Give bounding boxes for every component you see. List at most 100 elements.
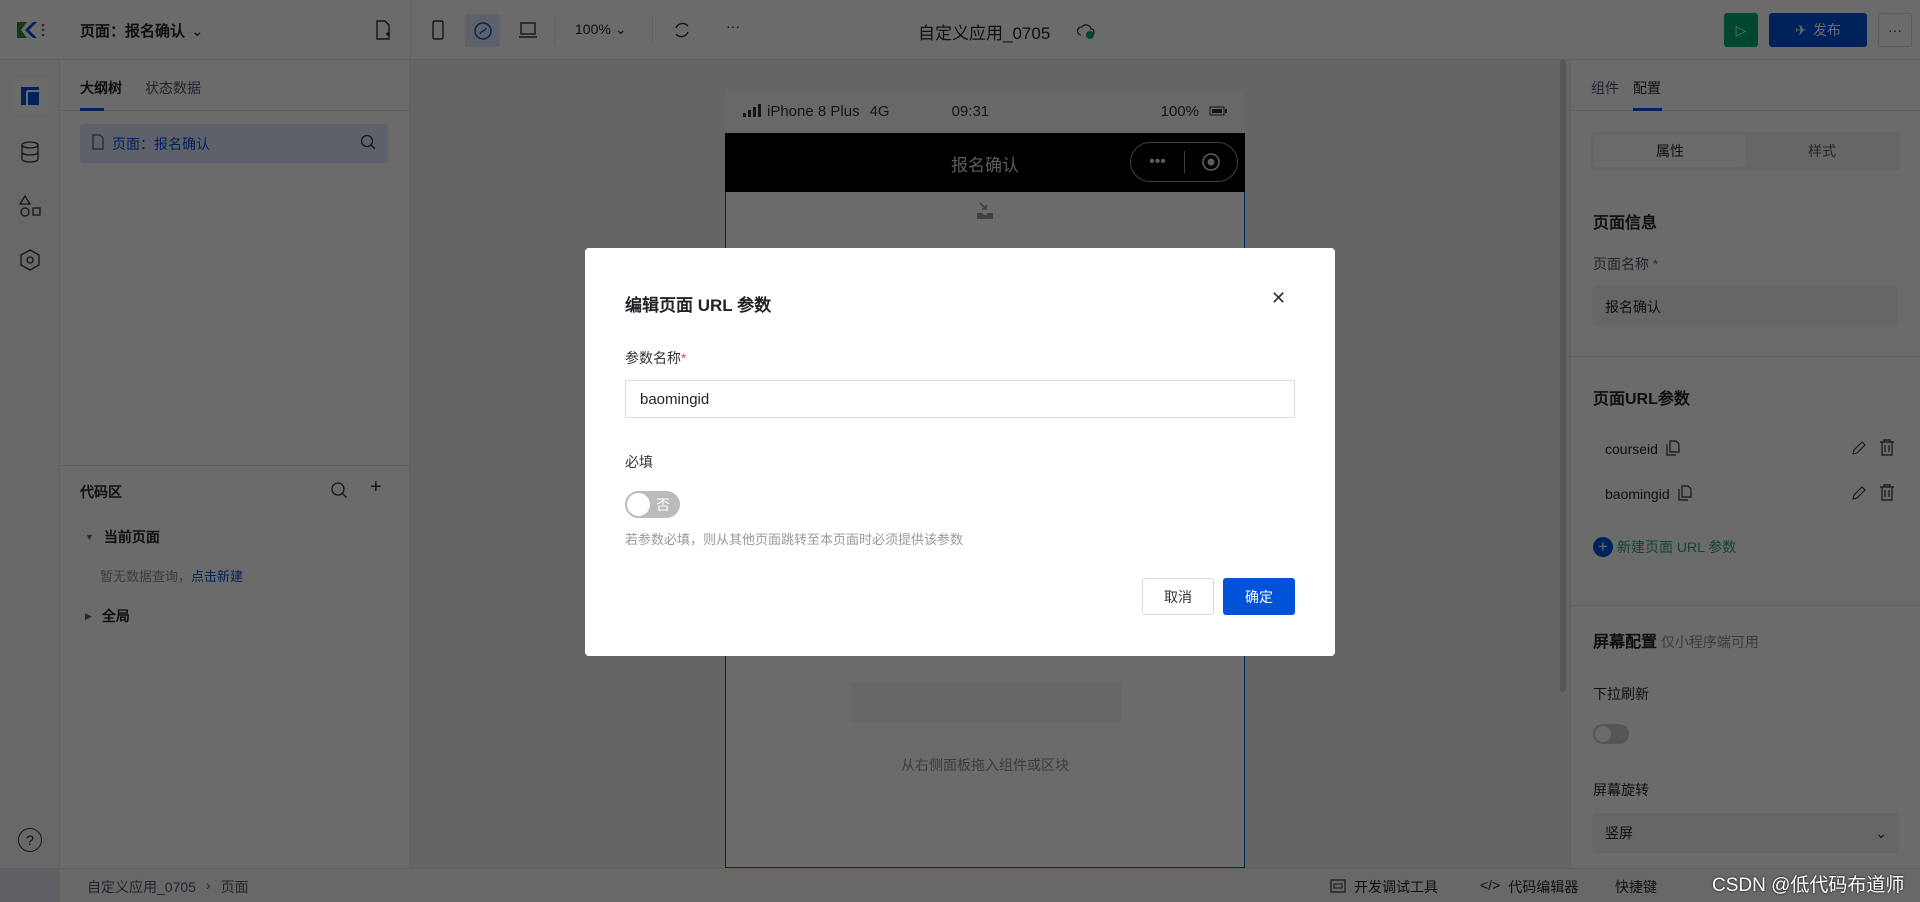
current-page-group[interactable]: ▼ 当前页面 — [85, 527, 160, 547]
desktop-view-icon[interactable] — [514, 14, 542, 46]
confirm-button[interactable]: 确定 — [1223, 578, 1295, 615]
rotation-label: 屏幕旋转 — [1593, 782, 1649, 798]
debug-tools-button[interactable]: 开发调试工具 — [1330, 877, 1438, 897]
send-icon: ✈ — [1795, 21, 1807, 38]
cancel-button[interactable]: 取消 — [1142, 578, 1214, 615]
code-search-icon[interactable] — [330, 481, 348, 502]
breadcrumb: 自定义应用_0705 › 页面 — [87, 877, 249, 897]
canvas-scrollbar[interactable] — [1560, 60, 1566, 692]
plus-circle-icon: + — [1593, 537, 1613, 557]
segment-control: 属性 样式 — [1591, 132, 1901, 170]
section-screen-config: 屏幕配置 仅小程序端可用 — [1593, 628, 1759, 652]
global-label: 全局 — [101, 608, 130, 624]
close-miniprogram-icon[interactable] — [1185, 152, 1237, 172]
breadcrumb-page[interactable]: 页面 — [221, 877, 249, 897]
tab-config[interactable]: 配置 — [1633, 78, 1661, 98]
copy-icon[interactable] — [1666, 439, 1680, 459]
code-editor-button[interactable]: </> 代码编辑器 — [1480, 877, 1578, 897]
note: 仅小程序端可用 — [1660, 634, 1759, 650]
tab-components[interactable]: 组件 — [1591, 78, 1619, 98]
dialog-title: 编辑页面 URL 参数 — [625, 296, 772, 315]
page-tree-label: 页面：报名确认 — [112, 135, 210, 152]
more-toolbar-button[interactable]: ··· — [726, 18, 740, 34]
add-code-icon[interactable]: + — [370, 476, 382, 499]
miniprogram-view-icon[interactable] — [465, 14, 500, 47]
mobile-view-icon[interactable] — [424, 14, 452, 46]
phone-status-bar: iPhone 8 Plus 4G 09:31 100% — [725, 90, 1245, 133]
segment-styles[interactable]: 样式 — [1746, 135, 1898, 167]
monitor-icon — [1330, 878, 1346, 896]
file-icon — [92, 134, 104, 153]
param-row: baomingid — [1605, 484, 1895, 504]
rotation-select[interactable]: 竖屏 ⌄ — [1593, 813, 1899, 853]
publish-label: 发布 — [1812, 22, 1841, 38]
capsule-menu[interactable]: ••• — [1130, 142, 1238, 182]
empty-query-text: 暂无数据查询，点击新建 — [100, 566, 243, 585]
components-icon[interactable] — [16, 192, 44, 220]
outline-icon[interactable] — [12, 78, 48, 114]
left-panel: 大纲树 状态数据 页面：报名确认 代码区 + ▼ 当前页面 暂无数据查询，点击新建… — [60, 60, 410, 868]
tab-state-data[interactable]: 状态数据 — [145, 78, 201, 98]
right-panel: 组件 配置 属性 样式 页面信息 页面名称 * 报名确认 页面URL参数 cou… — [1570, 60, 1920, 868]
chevron-down-icon: ⌄ — [614, 21, 627, 37]
zoom-select[interactable]: 100% ⌄ — [575, 21, 627, 38]
tab-outline[interactable]: 大纲树 — [80, 78, 122, 98]
param-name: courseid — [1605, 441, 1658, 457]
segment-properties[interactable]: 属性 — [1594, 135, 1746, 167]
cloud-saved-icon — [1075, 20, 1097, 42]
required-hint: 若参数必填，则从其他页面跳转至本页面时必须提供该参数 — [625, 532, 964, 547]
page-name-label: 页面名称 * — [1593, 256, 1659, 272]
pull-refresh-toggle[interactable] — [1593, 724, 1629, 744]
pull-refresh-label: 下拉刷新 — [1593, 686, 1649, 702]
publish-button[interactable]: ✈ 发布 — [1769, 13, 1867, 47]
empty-text: 暂无数据查询， — [100, 569, 192, 584]
delete-icon[interactable] — [1879, 439, 1895, 459]
settings-hex-icon[interactable] — [16, 246, 44, 274]
search-icon[interactable] — [360, 134, 376, 153]
network: 4G — [869, 103, 890, 120]
toggle-text: 否 — [656, 496, 670, 513]
signal-icon — [743, 103, 761, 121]
global-group[interactable]: ▶ 全局 — [85, 606, 130, 626]
delete-icon[interactable] — [1879, 484, 1895, 504]
page-tree-item[interactable]: 页面：报名确认 — [80, 124, 388, 163]
placeholder-image — [851, 682, 1121, 722]
current-page-label: 当前页面 — [103, 529, 160, 545]
database-icon[interactable] — [16, 138, 44, 166]
param-row: courseid — [1605, 439, 1895, 459]
app-logo-icon[interactable] — [12, 16, 48, 44]
phone-nav-bar: 报名确认 ••• — [725, 133, 1245, 192]
bottom-bar: 自定义应用_0705 › 页面 开发调试工具 </> 代码编辑器 快捷键 — [60, 868, 1920, 902]
caret-right-icon: ▶ — [85, 610, 92, 621]
drop-hint: 从右侧面板拖入组件或区块 — [901, 757, 1069, 773]
play-icon: ▷ — [1735, 21, 1747, 38]
close-icon[interactable]: ✕ — [1271, 288, 1286, 309]
more-menu-button[interactable]: ··· — [1878, 13, 1912, 47]
section-page-info: 页面信息 — [1593, 215, 1658, 232]
rotation-value: 竖屏 — [1605, 825, 1633, 841]
edit-icon[interactable] — [1851, 485, 1867, 504]
refresh-icon[interactable] — [670, 18, 694, 42]
copy-icon[interactable] — [1678, 484, 1692, 504]
more-dots-icon[interactable]: ••• — [1131, 153, 1184, 171]
help-icon[interactable]: ? — [18, 828, 42, 852]
page-name-input[interactable]: 报名确认 — [1593, 286, 1898, 326]
code-area-title: 代码区 — [80, 484, 122, 500]
add-param-label: 新建页面 URL 参数 — [1617, 539, 1737, 555]
required-toggle[interactable]: 否 — [625, 491, 680, 518]
top-bar: 页面：报名确认 ⌄ 100% ⌄ ··· 自定义应用_0705 ▷ ✈ 发布 ··· — [0, 0, 1920, 60]
chevron-down-icon: ⌄ — [191, 22, 204, 40]
breadcrumb-app[interactable]: 自定义应用_0705 — [87, 877, 196, 897]
edit-icon[interactable] — [1851, 440, 1867, 459]
shortcut-button[interactable]: 快捷键 — [1615, 877, 1657, 897]
page-selector-label: 页面：报名确认 — [80, 23, 186, 40]
add-param-button[interactable]: + 新建页面 URL 参数 — [1593, 537, 1736, 557]
chevron-down-icon: ⌄ — [1875, 824, 1887, 841]
drop-icon — [976, 202, 994, 223]
page-selector[interactable]: 页面：报名确认 ⌄ — [80, 20, 204, 41]
run-button[interactable]: ▷ — [1724, 13, 1758, 47]
create-query-link[interactable]: 点击新建 — [191, 569, 243, 584]
param-name-input[interactable]: baomingid — [625, 380, 1295, 418]
new-page-icon[interactable] — [372, 18, 394, 42]
label-text: 参数名称 — [625, 350, 681, 366]
